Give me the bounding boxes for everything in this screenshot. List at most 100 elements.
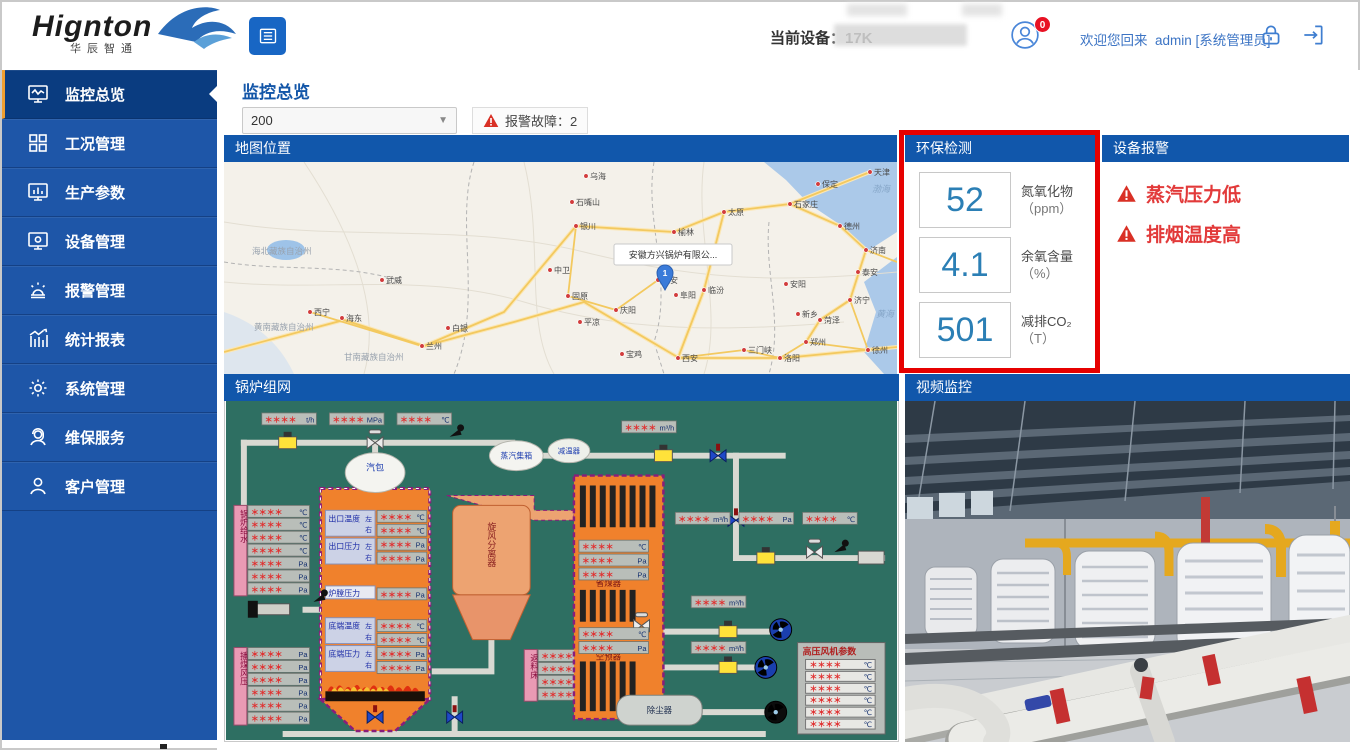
svg-text:旋风分离器: 旋风分离器 <box>486 521 496 567</box>
svg-text:m³/h: m³/h <box>659 423 674 432</box>
svg-text:℃: ℃ <box>299 547 307 556</box>
svg-text:Pa: Pa <box>298 663 308 672</box>
map-city-dot <box>420 344 425 349</box>
map-city-dot <box>578 320 583 325</box>
env-metric: 52氮氧化物（ppm） <box>919 172 1095 228</box>
map-city-label: 海东 <box>346 313 362 323</box>
map-city-label: 济宁 <box>854 295 870 305</box>
map-panel-title: 地图位置 <box>224 135 897 162</box>
svg-text:蒸汽集箱: 蒸汽集箱 <box>500 451 532 461</box>
svg-text:＊＊＊＊: ＊＊＊＊ <box>541 652 573 661</box>
env-metrics: 52氮氧化物（ppm）4.1余氧含量（%）501减排CO₂（T） <box>905 162 1095 374</box>
sidebar-item-label: 维保服务 <box>65 427 125 448</box>
svg-text:＊＊＊＊: ＊＊＊＊ <box>810 684 842 693</box>
sidebar-item-生产参数[interactable]: 生产参数 <box>2 168 217 217</box>
svg-text:＊＊＊＊: ＊＊＊＊ <box>380 527 412 536</box>
svg-text:Pa: Pa <box>637 557 647 566</box>
map-city-dot <box>866 348 871 353</box>
welcome-text: 欢迎您回来 admin [系统管理员] <box>1080 29 1271 49</box>
svg-text:右: 右 <box>365 633 372 642</box>
menu-button[interactable] <box>249 17 286 55</box>
sidebar-item-统计报表[interactable]: 统计报表 <box>2 315 217 364</box>
sidebar-item-维保服务[interactable]: 维保服务 <box>2 413 217 462</box>
sidebar-item-监控总览[interactable]: 监控总览 <box>2 70 217 119</box>
svg-text:＊＊＊＊: ＊＊＊＊ <box>742 515 774 524</box>
svg-text:℃: ℃ <box>416 513 424 522</box>
svg-text:＊＊＊＊: ＊＊＊＊ <box>582 630 614 639</box>
map-canvas[interactable]: 西宁海东兰州白银武威乌海石嘴山银川中卫固原平凉庆阳延安榆林太原临汾宝鸡西安三门峡… <box>224 162 897 374</box>
map-city-label: 宝鸡 <box>626 349 642 359</box>
sidebar-item-设备管理[interactable]: 设备管理 <box>2 217 217 266</box>
sidebar-item-label: 客户管理 <box>65 476 125 497</box>
logout-button[interactable] <box>1300 22 1326 53</box>
svg-text:Pa: Pa <box>637 570 647 579</box>
headset-icon <box>26 425 50 449</box>
list-menu-icon <box>258 26 278 46</box>
device-name-redacted <box>834 24 967 46</box>
svg-text:℃: ℃ <box>864 696 872 705</box>
boiler-panel: 锅炉组网 <box>224 374 899 742</box>
scrollbar-tick[interactable] <box>160 744 167 749</box>
env-panel: 环保检测 52氮氧化物（ppm）4.1余氧含量（%）501减排CO₂（T） <box>905 135 1095 374</box>
map-city-dot <box>742 348 747 353</box>
svg-text:＊＊＊＊: ＊＊＊＊ <box>380 555 412 564</box>
map-city-label: 白银 <box>452 323 468 333</box>
map-city-dot <box>676 356 681 361</box>
sidebar-item-label: 生产参数 <box>65 182 125 203</box>
video-panel: 视频监控 <box>905 374 1350 742</box>
svg-text:左: 左 <box>365 649 372 658</box>
sidebar-item-工况管理[interactable]: 工况管理 <box>2 119 217 168</box>
svg-text:℃: ℃ <box>638 630 646 639</box>
svg-text:＊＊＊＊: ＊＊＊＊ <box>541 678 573 687</box>
alarm-fault-label: 报警故障：2 <box>505 111 577 130</box>
svg-text:℃: ℃ <box>299 534 307 543</box>
env-metric-label: 余氧含量（%） <box>1021 248 1073 282</box>
sidebar-item-客户管理[interactable]: 客户管理 <box>2 462 217 511</box>
svg-text:Pa: Pa <box>298 650 308 659</box>
svg-text:℃: ℃ <box>416 622 424 631</box>
map-city-dot <box>308 310 313 315</box>
user-avatar-button[interactable]: 0 <box>1010 20 1060 52</box>
notification-badge[interactable]: 0 <box>1034 16 1051 33</box>
sidebar-item-label: 监控总览 <box>65 84 125 105</box>
video-feed[interactable] <box>905 401 1350 742</box>
alarm-lamp-icon <box>26 278 50 302</box>
svg-text:Pa: Pa <box>298 560 308 569</box>
svg-text:Pa: Pa <box>298 715 308 724</box>
map-city-dot <box>816 182 821 187</box>
alarm-item: 排烟温度高 <box>1116 220 1349 247</box>
svg-text:出口压力: 出口压力 <box>328 541 360 551</box>
svg-text:℃: ℃ <box>864 708 872 717</box>
redaction-smudge <box>962 4 1002 16</box>
device-filter-select[interactable]: 200 ▼ <box>242 107 457 134</box>
sidebar-item-报警管理[interactable]: 报警管理 <box>2 266 217 315</box>
map-city-label: 庆阳 <box>620 305 636 315</box>
svg-text:＊＊＊＊: ＊＊＊＊ <box>541 691 573 700</box>
video-panel-title: 视频监控 <box>905 374 1350 401</box>
sidebar-item-label: 设备管理 <box>65 231 125 252</box>
svg-text:MPa: MPa <box>367 415 383 424</box>
map-city-dot <box>574 224 579 229</box>
svg-text:＊＊＊＊: ＊＊＊＊ <box>251 547 283 556</box>
map-city-label: 临汾 <box>708 285 724 295</box>
svg-text:℃: ℃ <box>864 684 872 693</box>
sidebar-item-系统管理[interactable]: 系统管理 <box>2 364 217 413</box>
alarm-fault-chip[interactable]: 报警故障：2 <box>472 107 588 134</box>
map-city-dot <box>818 318 823 323</box>
monitor-wave-icon <box>26 82 50 106</box>
map-water-label: 黄海 <box>876 309 896 319</box>
lock-screen-button[interactable] <box>1258 22 1284 53</box>
svg-text:高压风机参数: 高压风机参数 <box>803 646 857 657</box>
map-city-label: 西宁 <box>314 307 330 317</box>
alarm-list: 蒸汽压力低排烟温度高 <box>1102 162 1349 374</box>
boiler-scada-diagram[interactable]: 锅炉给水＊＊＊＊℃＊＊＊＊℃＊＊＊＊℃＊＊＊＊℃＊＊＊＊Pa＊＊＊＊Pa＊＊＊＊… <box>224 401 899 742</box>
map-marker-tooltip[interactable]: 安徽方兴锅炉有限公... <box>614 244 732 265</box>
svg-text:安徽方兴锅炉有限公...: 安徽方兴锅炉有限公... <box>629 249 718 260</box>
alarm-panel-title: 设备报警 <box>1102 135 1349 162</box>
svg-text:＊＊＊＊: ＊＊＊＊ <box>251 572 283 581</box>
svg-text:＊＊＊＊: ＊＊＊＊ <box>810 708 842 717</box>
map-city-dot <box>868 170 873 175</box>
sidebar-item-label: 报警管理 <box>65 280 125 301</box>
map-city-label: 天津 <box>874 167 890 177</box>
svg-text:＊＊＊＊: ＊＊＊＊ <box>810 672 842 681</box>
